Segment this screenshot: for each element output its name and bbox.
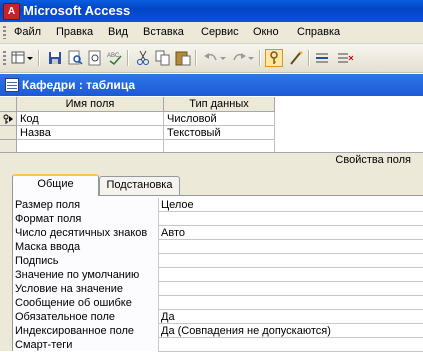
property-row: Условие на значение [15,282,423,296]
grid-corner [0,97,17,112]
property-value[interactable]: Да (Совпадения не допускаются) [158,324,423,338]
data-type-cell[interactable]: Текстовый [164,126,275,140]
property-label: Маска ввода [15,241,81,253]
field-properties-caption: Свойства поля [335,154,411,166]
field-name-cell[interactable]: Назва [17,126,164,140]
property-row: Значение по умолчанию [15,268,423,282]
tab-general[interactable]: Общие [12,174,99,196]
property-row: Индексированное поле Да (Совпадения не д… [15,324,423,338]
toolbar: ABC [0,44,423,73]
property-value[interactable] [158,296,423,310]
toolbar-separator [195,50,197,66]
property-row: Смарт-теги [15,338,423,352]
property-label: Условие на значение [15,283,124,295]
primary-key-icon[interactable] [265,49,283,67]
property-label: Формат поля [15,213,82,225]
menu-help[interactable]: Справка [297,26,340,38]
property-label: Подпись [15,255,59,267]
table-window-title: Кафедри : таблица [22,78,136,92]
menu-view[interactable]: Вид [108,26,128,38]
table-icon [5,78,19,92]
delete-rows-icon[interactable] [336,49,354,67]
table-window-title-bar[interactable]: Кафедри : таблица [0,74,423,96]
field-properties-bar: Свойства поля [0,152,423,169]
paste-icon[interactable] [174,49,192,67]
menu-window[interactable]: Окно [253,26,279,38]
property-row: Сообщение об ошибке [15,296,423,310]
app-title-bar: A Microsoft Access [0,0,423,22]
spelling-icon[interactable]: ABC [106,49,124,67]
property-label: Смарт-теги [15,339,73,351]
app-title: Microsoft Access [23,3,131,18]
property-value[interactable] [158,240,423,254]
toolbar-separator [127,50,129,66]
insert-rows-icon[interactable] [314,49,332,67]
toolbar-separator [259,50,261,66]
property-label: Индексированное поле [15,325,134,337]
menu-tools[interactable]: Сервис [201,26,239,38]
field-grid: Имя поля Тип данных Код Числовой Назва Т… [0,97,423,155]
undo-dropdown-icon[interactable] [219,49,227,67]
menu-edit[interactable]: Правка [56,26,93,38]
column-header-field-name[interactable]: Имя поля [17,97,164,112]
toolbar-separator [38,50,40,66]
copy-icon[interactable] [154,49,172,67]
view-dropdown-icon[interactable] [26,49,34,67]
property-value[interactable] [158,268,423,282]
builder-icon[interactable] [287,49,305,67]
property-value[interactable]: Да [158,310,423,324]
row-selector[interactable] [0,112,17,126]
property-value[interactable]: Авто [158,226,423,240]
property-row: Формат поля [15,212,423,226]
property-value[interactable] [158,282,423,296]
menu-insert[interactable]: Вставка [143,26,184,38]
property-label: Значение по умолчанию [15,269,140,281]
property-label: Обязательное поле [15,311,116,323]
print-preview-icon[interactable] [86,49,104,67]
column-header-data-type[interactable]: Тип данных [164,97,275,112]
primary-key-icon [3,114,13,124]
access-key-icon[interactable]: A [3,3,20,20]
toolbar-grip[interactable] [3,51,6,65]
property-value[interactable] [158,338,423,352]
undo-icon[interactable] [202,49,220,67]
property-value[interactable] [158,254,423,268]
property-label: Размер поля [15,199,81,211]
row-selector[interactable] [0,126,17,140]
tab-lookup[interactable]: Подстановка [99,176,180,195]
save-icon[interactable] [46,49,64,67]
property-row: Размер поля Целое [15,198,423,212]
field-name-cell[interactable]: Код [17,112,164,126]
menu-bar: Файл Правка Вид Вставка Сервис Окно Спра… [0,22,423,44]
svg-text:ABC: ABC [107,53,120,59]
property-row: Число десятичных знаков Авто [15,226,423,240]
redo-dropdown-icon[interactable] [247,49,255,67]
property-row: Маска ввода [15,240,423,254]
search-icon[interactable] [66,49,84,67]
property-value[interactable]: Целое [158,198,423,212]
cut-icon[interactable] [134,49,152,67]
data-type-cell[interactable]: Числовой [164,112,275,126]
property-row: Подпись [15,254,423,268]
property-label: Сообщение об ошибке [15,297,132,309]
property-value[interactable] [158,212,423,226]
menu-grip[interactable] [3,26,6,39]
property-label: Число десятичных знаков [15,227,148,239]
redo-icon[interactable] [230,49,248,67]
property-row: Обязательное поле Да [15,310,423,324]
toolbar-separator [308,50,310,66]
menu-file[interactable]: Файл [14,26,41,38]
